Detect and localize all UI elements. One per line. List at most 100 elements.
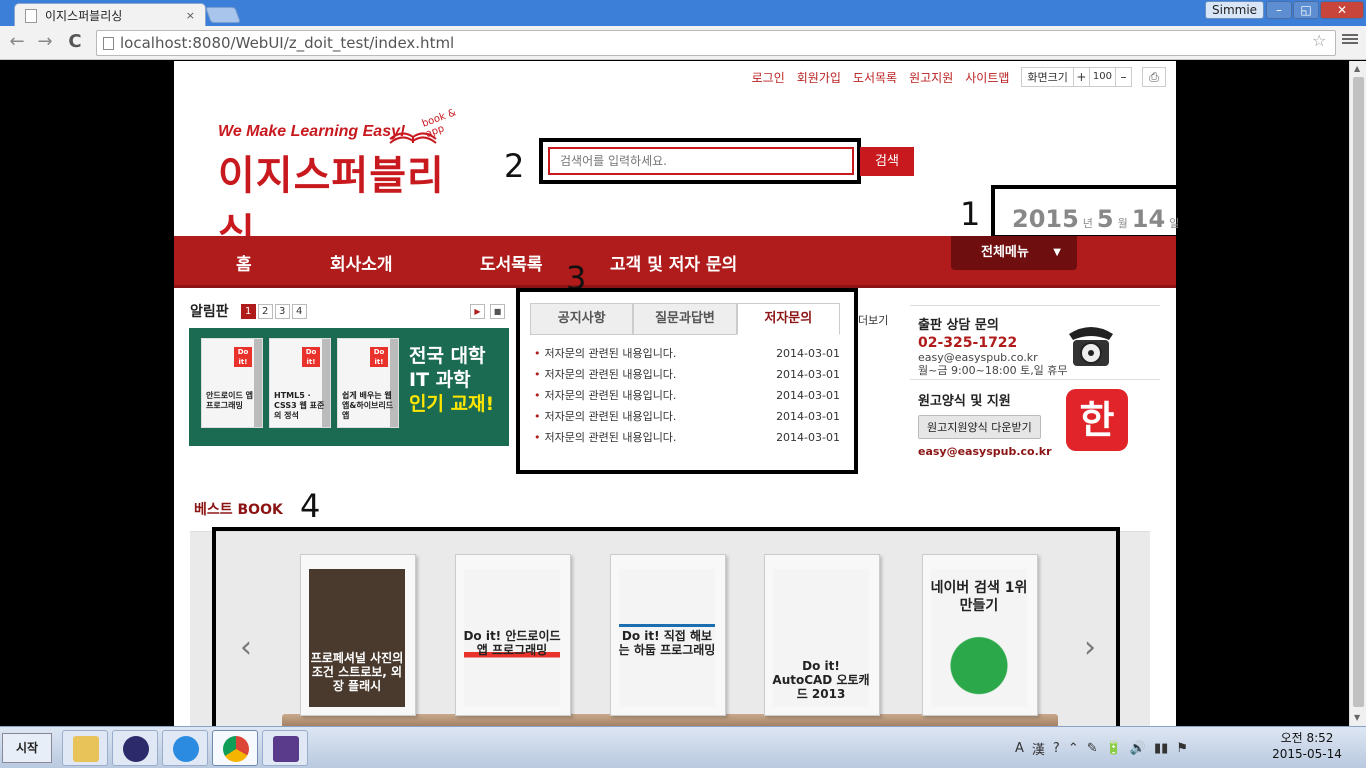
scroll-thumb[interactable] bbox=[1353, 77, 1364, 707]
site-logo[interactable]: We Make Learning Easy! book & app 이지스퍼블리… bbox=[218, 107, 468, 257]
list-item[interactable]: • 저자문의 관련된 내용입니다. 2014-03-01 bbox=[530, 385, 840, 406]
banner-copy: 전국 대학 IT 과학 인기 교재! bbox=[409, 345, 495, 415]
more-link[interactable]: 더보기 bbox=[858, 312, 888, 328]
nav-customer-author[interactable]: 고객 및 저자 문의 bbox=[610, 250, 737, 275]
system-tray: A 漢 ? ⌃ ✎ 🔋 🔊 ▮▮ ⚑ bbox=[1015, 731, 1188, 765]
forward-arrow-icon[interactable]: → bbox=[34, 31, 56, 53]
list-item[interactable]: • 저자문의 관련된 내용입니다. 2014-03-01 bbox=[530, 343, 840, 364]
date-month: 5 bbox=[1096, 205, 1114, 233]
chrome-menu-icon[interactable] bbox=[1342, 32, 1358, 46]
eclipse-app-icon[interactable] bbox=[112, 730, 158, 766]
hanja-icon[interactable]: 漢 bbox=[1032, 739, 1045, 758]
booklist-link[interactable]: 도서목록 bbox=[853, 69, 897, 86]
today-date: 2015 년 5 월 14 일 bbox=[1012, 205, 1180, 233]
explorer-app-icon[interactable] bbox=[62, 730, 108, 766]
zoom-out-button[interactable]: – bbox=[1115, 68, 1131, 86]
back-arrow-icon[interactable]: ← bbox=[6, 31, 28, 53]
banner-book: Do it! 쉽게 배우는 웹앱&하이브리드앱 bbox=[337, 338, 399, 428]
zoom-value: 100 bbox=[1088, 68, 1115, 86]
browser-titlebar: 이지스퍼블리싱 × Simmie – ◱ ✕ bbox=[0, 0, 1366, 27]
tab-notice[interactable]: 공지사항 bbox=[530, 303, 634, 334]
zoom-in-button[interactable]: + bbox=[1072, 68, 1089, 86]
notice-board-header: 알림판 1 2 3 4 bbox=[190, 301, 309, 321]
browser-toolbar: ← → C localhost:8080/WebUI/z_doit_test/i… bbox=[0, 26, 1366, 60]
all-menu-button[interactable]: 전체메뉴 ▼ bbox=[951, 236, 1077, 270]
banner-book: Do it! HTML5 · CSS3 웹 표준의 정석 bbox=[269, 338, 331, 428]
annotation-number-2: 2 bbox=[504, 147, 525, 185]
page-icon bbox=[103, 36, 114, 50]
clock-time: 오전 8:52 bbox=[1280, 731, 1334, 745]
maximize-button[interactable]: ◱ bbox=[1293, 1, 1319, 19]
profile-user-name[interactable]: Simmie bbox=[1205, 1, 1265, 19]
signup-link[interactable]: 회원가입 bbox=[797, 69, 841, 86]
notice-page-4[interactable]: 4 bbox=[291, 303, 307, 319]
consult-section: 출판 상담 문의 02-325-1722 easy@easyspub.co.kr… bbox=[910, 306, 1160, 380]
bookmark-star-icon[interactable]: ☆ bbox=[1312, 31, 1326, 50]
close-window-button[interactable]: ✕ bbox=[1320, 1, 1364, 19]
minimize-button[interactable]: – bbox=[1266, 1, 1292, 19]
scroll-down-icon[interactable]: ▼ bbox=[1354, 713, 1360, 722]
print-icon[interactable]: ⎙ bbox=[1142, 67, 1166, 87]
hangul-icon: 한 bbox=[1066, 389, 1128, 451]
consult-hours: 월~금 9:00~18:00 토,일 휴무 bbox=[918, 364, 1068, 377]
consult-phone: 02-325-1722 bbox=[918, 335, 1018, 351]
scroll-up-icon[interactable]: ▲ bbox=[1354, 64, 1360, 73]
search-button[interactable]: 검색 bbox=[860, 147, 914, 176]
javaee-ide-app-icon[interactable] bbox=[262, 730, 308, 766]
clock-date: 2015-05-14 bbox=[1272, 747, 1342, 761]
main-navigation: 홈 회사소개 도서목록 고객 및 저자 문의 전체메뉴 ▼ bbox=[174, 236, 1176, 288]
nav-company[interactable]: 회사소개 bbox=[330, 250, 393, 275]
flag-icon[interactable]: ⚑ bbox=[1176, 741, 1188, 756]
nav-booklist[interactable]: 도서목록 bbox=[480, 250, 543, 275]
system-clock[interactable]: 오전 8:52 2015-05-14 bbox=[1272, 730, 1342, 762]
notice-banner[interactable]: Do it! 안드로이드 앱 프로그래밍 Do it! HTML5 · CSS3… bbox=[189, 328, 509, 446]
notice-page-2[interactable]: 2 bbox=[257, 303, 273, 319]
annotation-number-1: 1 bbox=[960, 195, 981, 233]
download-form-button[interactable]: 원고지원양식 다운받기 bbox=[918, 415, 1041, 439]
search-input[interactable] bbox=[548, 147, 854, 175]
nav-home[interactable]: 홈 bbox=[236, 250, 252, 275]
sitemap-link[interactable]: 사이트맵 bbox=[965, 69, 1009, 86]
list-item[interactable]: • 저자문의 관련된 내용입니다. 2014-03-01 bbox=[530, 406, 840, 427]
contact-panel: 출판 상담 문의 02-325-1722 easy@easyspub.co.kr… bbox=[910, 305, 1160, 459]
tab-close-icon[interactable]: × bbox=[186, 9, 195, 22]
battery-icon[interactable]: 🔋 bbox=[1106, 741, 1122, 756]
triangle-down-icon: ▼ bbox=[1053, 247, 1061, 258]
reload-icon[interactable]: C bbox=[64, 31, 86, 53]
telephone-icon bbox=[1069, 327, 1113, 366]
manuscript-link[interactable]: 원고지원 bbox=[909, 69, 953, 86]
list-item[interactable]: • 저자문의 관련된 내용입니다. 2014-03-01 bbox=[530, 427, 840, 448]
banner-book: Do it! 안드로이드 앱 프로그래밍 bbox=[201, 338, 263, 428]
date-year: 2015 bbox=[1012, 205, 1079, 233]
ime-icon[interactable]: A bbox=[1015, 741, 1024, 756]
play-icon[interactable]: ▶ bbox=[470, 304, 485, 319]
notice-page-1[interactable]: 1 bbox=[240, 303, 256, 319]
pen-icon[interactable]: ✎ bbox=[1087, 741, 1098, 756]
browser-tab[interactable]: 이지스퍼블리싱 × bbox=[14, 3, 206, 27]
list-item[interactable]: • 저자문의 관련된 내용입니다. 2014-03-01 bbox=[530, 364, 840, 385]
start-button[interactable]: 시작 bbox=[2, 733, 52, 763]
url-text[interactable]: localhost:8080/WebUI/z_doit_test/index.h… bbox=[120, 34, 454, 52]
tab-post-list: • 저자문의 관련된 내용입니다. 2014-03-01 • 저자문의 관련된 내용입… bbox=[530, 343, 840, 448]
page-scrollbar[interactable]: ▲ ▼ bbox=[1349, 61, 1366, 726]
annotation-box-4 bbox=[212, 527, 1120, 726]
help-icon[interactable]: ? bbox=[1053, 741, 1060, 756]
new-tab-button[interactable] bbox=[205, 7, 241, 23]
address-bar[interactable]: localhost:8080/WebUI/z_doit_test/index.h… bbox=[96, 30, 1336, 56]
stop-icon[interactable]: ■ bbox=[490, 304, 505, 319]
volume-icon[interactable]: 🔊 bbox=[1130, 741, 1146, 756]
notice-page-3[interactable]: 3 bbox=[274, 303, 290, 319]
network-icon[interactable]: ▮▮ bbox=[1154, 741, 1168, 756]
manuscript-section: 원고양식 및 지원 원고지원양식 다운받기 easy@easyspub.co.k… bbox=[910, 380, 1160, 460]
chrome-app-icon[interactable] bbox=[212, 730, 258, 766]
board-tabs: 공지사항 질문과답변 저자문의 • 저자문의 관련된 내용입니다. 2014-03-… bbox=[530, 303, 840, 448]
consult-email: easy@easyspub.co.kr bbox=[918, 351, 1038, 364]
tab-qna[interactable]: 질문과답변 bbox=[633, 303, 737, 334]
login-link[interactable]: 로그인 bbox=[752, 69, 785, 86]
logo-tagline: We Make Learning Easy! bbox=[218, 123, 406, 140]
logo-subtext: book & app bbox=[420, 107, 458, 141]
top-utility-links: 로그인 회원가입 도서목록 원고지원 사이트맵 화면크기 + 100 – ⎙ bbox=[740, 67, 1166, 87]
tab-author-inquiry[interactable]: 저자문의 bbox=[736, 303, 840, 335]
ie-app-icon[interactable] bbox=[162, 730, 208, 766]
tray-expand-icon[interactable]: ⌃ bbox=[1068, 741, 1079, 756]
